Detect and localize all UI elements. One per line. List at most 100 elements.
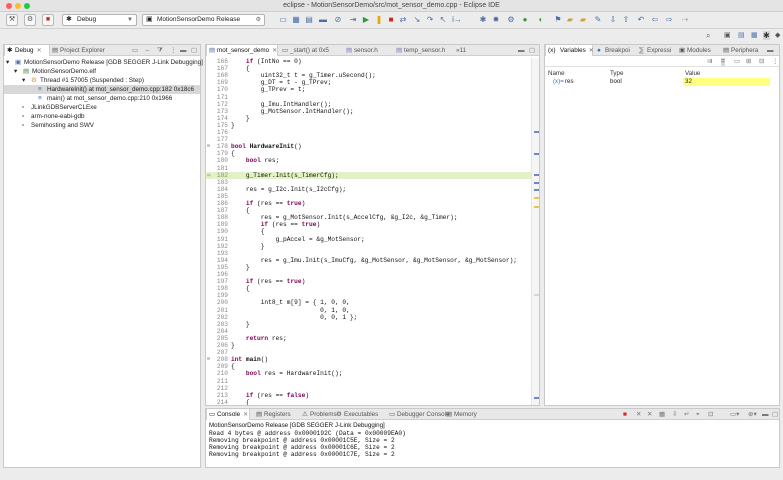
settings-icon[interactable]: ⚙ — [506, 15, 516, 25]
scroll-lock-icon[interactable]: ⇩ — [672, 411, 677, 419]
tab-expressions[interactable]: ⅀ Expressi — [637, 45, 675, 56]
minimize-window-button[interactable] — [15, 3, 21, 9]
expand-icon[interactable]: ▾ — [6, 58, 13, 67]
back-icon[interactable]: ⇦ — [650, 15, 660, 25]
debug-icon[interactable]: ✹ — [491, 15, 501, 25]
code-line[interactable]: 179{ — [206, 150, 536, 157]
code-line[interactable]: 196 — [206, 271, 536, 278]
code-line[interactable]: 181 — [206, 165, 536, 172]
tab-memory[interactable]: ▤ Memory — [444, 409, 484, 420]
maximize-icon[interactable]: ▢ — [191, 47, 197, 55]
step-filter-icon[interactable]: ⇥ — [348, 15, 358, 25]
code-line[interactable]: 185 — [206, 193, 536, 200]
code-line[interactable]: 175} — [206, 122, 536, 129]
code-line[interactable]: 212 — [206, 385, 536, 392]
warning-marker[interactable] — [534, 197, 539, 199]
code-line[interactable]: ⊖ 208 int main() — [206, 356, 536, 363]
tree-item-semihosting[interactable]: ▫ Semihosting and SWV — [22, 121, 94, 130]
link-editor-icon[interactable]: ⇔ — [144, 47, 151, 55]
launch-config-select[interactable]: ▣ MotionSensorDemo Release ⚙ — [142, 14, 265, 26]
maximize-icon[interactable]: ▢ — [772, 411, 778, 419]
variable-row[interactable]: (x)= res bool 32 — [545, 78, 779, 86]
code-line[interactable]: 194 res = g_Imu.Init(s_ImuCfg, &g_MotSen… — [206, 257, 536, 264]
tree-item-gdb[interactable]: ▫ arm-none-eabi-gdb — [22, 112, 85, 121]
terminate-console-icon[interactable]: ■ — [623, 411, 627, 419]
run-icon[interactable]: ● — [520, 15, 530, 25]
tree-item-launch[interactable]: ▾ ▣ MotionSensorDemo Release [GDB SEGGER J… — [6, 58, 203, 67]
occurrence-marker[interactable] — [534, 131, 539, 133]
tab-debug[interactable]: ✱ Debug ✕ — [4, 45, 50, 56]
expand-icon[interactable]: ▾ — [14, 67, 21, 76]
minimize-icon[interactable]: ▬ — [767, 47, 774, 55]
code-line[interactable]: 193 — [206, 250, 536, 257]
tree-item-thread[interactable]: ▾ ⚙ Thread #1 57005 (Suspended : Step) — [22, 76, 144, 85]
next-annotation-icon[interactable]: ⇩ — [608, 15, 618, 25]
code-line[interactable]: 192 } — [206, 243, 536, 250]
debug-perspective-icon[interactable]: ✱ — [763, 31, 770, 40]
zoom-window-button[interactable] — [24, 3, 30, 9]
tab-mot-sensor-demo[interactable]: ▤ mot_sensor_demo ✕ — [206, 45, 278, 56]
code-line[interactable]: 211 — [206, 378, 536, 385]
occurrence-marker[interactable] — [534, 182, 539, 184]
tree-item-frame-main[interactable]: ≡ main() at mot_sensor_demo.cpp:210 0x196… — [38, 94, 172, 103]
view-menu-icon[interactable]: ⋮ — [170, 47, 177, 55]
disconnect-icon[interactable]: ⇄ — [398, 15, 408, 25]
code-line[interactable]: 201 0, 1, 0, — [206, 307, 536, 314]
bug-toolbar-icon[interactable]: ✱ — [478, 15, 488, 25]
code-line[interactable]: 202 0, 0, 1 }; — [206, 314, 536, 321]
close-window-button[interactable] — [6, 3, 12, 9]
code-line[interactable]: 167 { — [206, 65, 536, 72]
code-line[interactable]: 190 { — [206, 228, 536, 235]
code-line[interactable]: 195 } — [206, 264, 536, 271]
code-line[interactable]: 183 — [206, 179, 536, 186]
tree-item-elf[interactable]: ▾ ▤ MotionSensorDemo.elf — [14, 67, 96, 76]
pin-console-icon[interactable]: ⌖ — [696, 411, 700, 419]
code-line[interactable]: 171 — [206, 94, 536, 101]
pin-icon[interactable]: ⇢ — [680, 15, 690, 25]
new-icon[interactable]: ▭ — [278, 15, 288, 25]
tab-peripherals[interactable]: ▤ Periphera — [721, 45, 763, 56]
code-line[interactable]: 204 — [206, 328, 536, 335]
tab-variables[interactable]: (x) Variables ✕ — [545, 45, 594, 56]
tab-executables[interactable]: ⚙ Executables — [334, 409, 384, 420]
step-over-icon[interactable]: ↷ — [425, 15, 435, 25]
resume-icon[interactable]: ▶ — [361, 15, 371, 25]
tab-temp-sensor-h[interactable]: ▤ temp_sensor.h — [394, 45, 454, 56]
code-line[interactable]: 173 g_MotSensor.IntHandler(); — [206, 108, 536, 115]
tab-overflow[interactable]: »11 — [454, 45, 474, 56]
minimize-icon[interactable]: ▬ — [180, 47, 187, 55]
add-global-icon[interactable]: ⊞ — [746, 58, 751, 66]
remove-all-icon[interactable]: ✕ — [647, 411, 652, 419]
build-icon[interactable]: ⚒ — [6, 14, 18, 26]
tab-start[interactable]: ▭ _start() at 0x5 — [280, 45, 342, 56]
code-line[interactable]: 200 int8_t m[9] = { 1, 0, 0, — [206, 299, 536, 306]
close-icon[interactable]: ✕ — [589, 48, 594, 54]
minimize-icon[interactable]: ▬ — [518, 47, 525, 55]
step-return-icon[interactable]: ↖ — [438, 15, 448, 25]
coverage-icon[interactable]: ◐ — [536, 15, 546, 25]
tab-console[interactable]: ▭ Console ✕ — [206, 409, 250, 420]
code-line[interactable]: 207 — [206, 349, 536, 356]
code-line[interactable]: 189 if (res == true) — [206, 221, 536, 228]
fold-icon[interactable]: ⊖ — [207, 356, 210, 363]
close-icon[interactable]: ✕ — [272, 48, 277, 54]
tab-sensor-h[interactable]: ▤ sensor.h — [344, 45, 392, 56]
code-area[interactable]: 166 if (IntNo == 0) 167 {168 uint32_t t =… — [206, 58, 539, 405]
remove-global-icon[interactable]: ⊟ — [759, 58, 764, 66]
git-perspective-icon[interactable]: ◆ — [775, 31, 780, 39]
code-line[interactable]: 168 uint32_t t = g_Timer.uSecond(); — [206, 72, 536, 79]
word-wrap-icon[interactable]: ↵ — [684, 411, 689, 419]
overview-ruler[interactable] — [531, 58, 539, 405]
open-folder-icon[interactable]: ▰ — [578, 15, 588, 25]
code-line[interactable]: 169 g_DT = t - g_TPrev; — [206, 79, 536, 86]
code-line[interactable]: 186 if (res == true) — [206, 200, 536, 207]
code-line[interactable]: 206} — [206, 342, 536, 349]
open-perspective-icon[interactable]: ▣ — [724, 31, 731, 39]
collapse-all-icon[interactable]: ▭ — [132, 47, 138, 55]
variable-value[interactable]: 32 — [683, 78, 770, 86]
minimize-icon[interactable]: ▬ — [762, 411, 769, 419]
fold-icon[interactable]: ⊖ — [207, 143, 210, 150]
stop-icon[interactable]: ■ — [386, 15, 396, 25]
code-line[interactable]: 180 bool res; — [206, 157, 536, 164]
save-icon[interactable]: ▦ — [291, 15, 301, 25]
